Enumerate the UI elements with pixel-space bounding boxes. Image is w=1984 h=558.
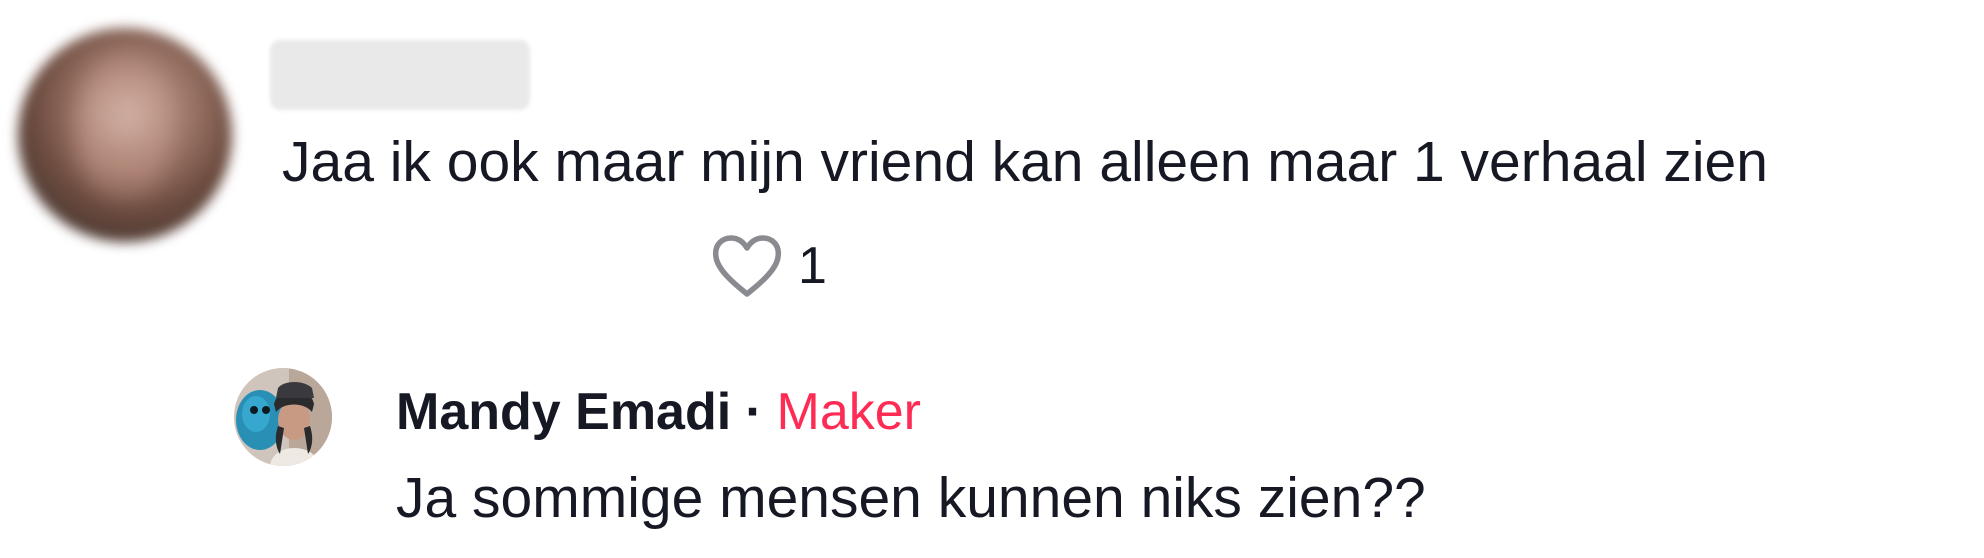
reply-author[interactable]: Mandy Emadi [396,383,731,441]
reply-separator: · [745,383,763,441]
like-button[interactable]: 1 [710,230,827,302]
reply-avatar[interactable] [234,368,332,466]
reply-avatar-image [234,368,332,466]
comment-text: Jaa ik ook maar mijn vriend kan alleen m… [282,130,1768,194]
comment-username[interactable] [270,40,530,110]
creator-badge: Maker [776,383,921,441]
avatar-face-blur [78,60,170,200]
heart-outline-icon[interactable] [710,233,784,299]
like-count: 1 [798,237,827,295]
reply-text: Ja sommige mensen kunnen niks zien?? [396,466,1426,530]
reply-header: Mandy Emadi · Maker [396,378,921,446]
